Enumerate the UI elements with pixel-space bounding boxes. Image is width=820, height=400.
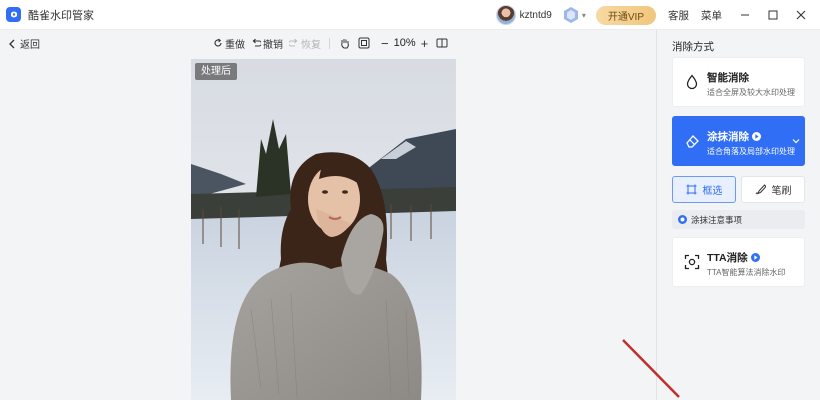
back-button[interactable]: 返回 xyxy=(8,36,40,51)
member-badge-icon[interactable] xyxy=(562,6,580,24)
tta-removal-card[interactable]: TTA消除 TTA智能算法消除水印 xyxy=(672,237,805,287)
redo-icon xyxy=(289,38,298,47)
menu-link[interactable]: 菜单 xyxy=(701,8,722,23)
zoom-in-button[interactable]: + xyxy=(421,36,429,51)
close-icon xyxy=(796,10,806,20)
redo-all-label: 重做 xyxy=(225,39,245,51)
tta-removal-title: TTA消除 xyxy=(707,252,748,264)
restore-button[interactable]: 恢复 xyxy=(289,36,321,51)
compare-button[interactable] xyxy=(435,37,448,50)
droplet-icon xyxy=(683,58,701,106)
chevron-left-icon xyxy=(9,39,15,48)
after-processing-label: 处理后 xyxy=(195,63,237,80)
fit-screen-button[interactable] xyxy=(357,37,370,50)
hand-icon xyxy=(340,39,349,49)
smear-notice-link[interactable]: 涂抹注意事项 xyxy=(672,210,805,229)
open-vip-button[interactable]: 开通VIP xyxy=(595,5,656,25)
undo-icon xyxy=(252,38,261,47)
close-button[interactable] xyxy=(788,0,814,30)
brush-label: 笔刷 xyxy=(771,186,792,197)
smear-removal-title: 涂抹消除 xyxy=(707,131,749,143)
back-label: 返回 xyxy=(20,40,40,51)
user-avatar[interactable] xyxy=(495,5,516,25)
maximize-button[interactable] xyxy=(760,0,786,30)
pan-hand-button[interactable] xyxy=(338,37,351,50)
smear-removal-subtitle: 适合角落及局部水印处理 xyxy=(707,147,795,156)
eraser-icon xyxy=(683,117,701,165)
play-tutorial-icon[interactable] xyxy=(752,132,761,141)
fit-screen-icon xyxy=(358,37,369,49)
tta-removal-title-row: TTA消除 xyxy=(707,250,760,265)
chevron-down-icon[interactable] xyxy=(792,137,800,145)
scan-target-icon xyxy=(683,238,701,286)
customer-service-link[interactable]: 客服 xyxy=(668,8,689,23)
annotation-arrow xyxy=(622,339,680,398)
minimize-button[interactable] xyxy=(732,0,758,30)
app-title: 酷雀水印管家 xyxy=(28,9,94,22)
app-logo-icon xyxy=(6,7,21,22)
box-select-label: 框选 xyxy=(702,186,723,197)
brush-mode-button[interactable]: 笔刷 xyxy=(741,176,805,203)
maximize-icon xyxy=(768,10,778,20)
smear-removal-title-row: 涂抹消除 xyxy=(707,129,761,144)
box-select-mode-button[interactable]: 框选 xyxy=(672,176,736,203)
username[interactable]: kztntd9 xyxy=(520,10,552,21)
smart-removal-card[interactable]: 智能消除 适合全屏及较大水印处理 xyxy=(672,57,805,107)
smart-removal-subtitle: 适合全屏及较大水印处理 xyxy=(707,88,795,97)
info-icon xyxy=(678,215,687,224)
restore-label: 恢复 xyxy=(301,39,321,51)
editor-toolbar: 返回 重做 撤销 恢复 − 10% + xyxy=(0,30,656,57)
compare-icon xyxy=(436,38,448,48)
image-canvas[interactable] xyxy=(191,59,456,400)
minimize-icon xyxy=(741,14,749,16)
title-bar: 酷雀水印管家 kztntd9 ▾ 开通VIP 客服 菜单 xyxy=(0,0,820,30)
tta-removal-subtitle: TTA智能算法消除水印 xyxy=(707,268,786,277)
redo-all-button[interactable]: 重做 xyxy=(213,36,245,51)
box-select-icon xyxy=(686,184,696,195)
smart-removal-title: 智能消除 xyxy=(707,72,749,84)
zoom-level: 10% xyxy=(393,37,416,49)
smear-removal-card[interactable]: 涂抹消除 适合角落及局部水印处理 xyxy=(672,116,805,166)
play-tutorial-icon[interactable] xyxy=(750,253,760,262)
panel-title: 消除方式 xyxy=(672,41,714,53)
refresh-icon xyxy=(214,38,222,47)
undo-button[interactable]: 撤销 xyxy=(251,36,283,51)
toolbar-divider xyxy=(329,37,330,49)
chevron-down-icon[interactable]: ▾ xyxy=(582,11,586,20)
smear-notice-label: 涂抹注意事项 xyxy=(691,214,743,225)
undo-label: 撤销 xyxy=(263,39,283,51)
brush-icon xyxy=(755,184,766,195)
processed-photo xyxy=(191,59,456,400)
zoom-out-button[interactable]: − xyxy=(381,36,389,51)
